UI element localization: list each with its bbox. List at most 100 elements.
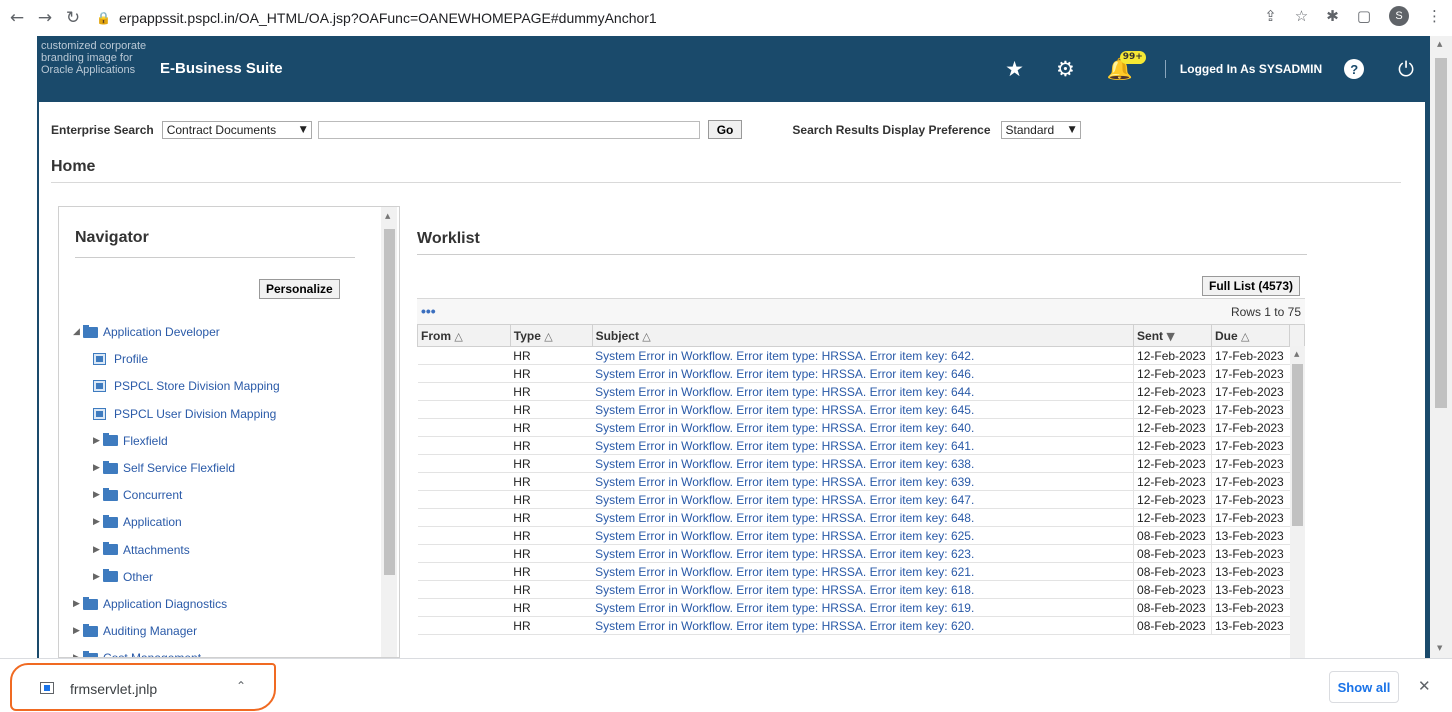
reload-icon[interactable]: ↻: [62, 7, 84, 29]
column-header-sent[interactable]: Sent ▼: [1133, 324, 1212, 347]
navigator-item[interactable]: ▶ Application Diagnostics: [73, 594, 227, 614]
column-header-due[interactable]: Due △: [1211, 324, 1290, 347]
scroll-down-icon[interactable]: ▼: [1437, 644, 1442, 652]
cell-subject[interactable]: System Error in Workflow. Error item typ…: [592, 562, 1134, 581]
cell-subject[interactable]: System Error in Workflow. Error item typ…: [592, 454, 1134, 473]
cell-type: HR: [510, 508, 593, 527]
table-row: HR System Error in Workflow. Error item t…: [417, 436, 1305, 455]
caret-right-icon[interactable]: ▶: [93, 436, 103, 446]
navigator-item[interactable]: ▶ Auditing Manager: [73, 621, 197, 641]
cell-subject[interactable]: System Error in Workflow. Error item typ…: [592, 472, 1134, 491]
bell-icon[interactable]: 🔔 99+: [1107, 50, 1146, 82]
cell-subject[interactable]: System Error in Workflow. Error item typ…: [592, 436, 1134, 455]
gear-icon[interactable]: ⚙: [1056, 57, 1075, 81]
navigator-item[interactable]: ◢ Application Developer: [73, 322, 220, 342]
cell-subject[interactable]: System Error in Workflow. Error item typ…: [592, 616, 1134, 635]
display-preference-value: Standard: [1005, 122, 1055, 137]
navigator-scroll-thumb[interactable]: [384, 229, 395, 575]
cell-from: [417, 400, 511, 419]
search-input[interactable]: [317, 120, 700, 139]
page-frame: Enterprise Search Contract Documents ▼ G…: [37, 102, 1430, 658]
address-bar[interactable]: 🔒 erpappssit.pspcl.in/OA_HTML/OA.jsp?OAF…: [96, 5, 1296, 31]
cell-subject[interactable]: System Error in Workflow. Error item typ…: [592, 526, 1134, 545]
username: SYSADMIN: [1258, 62, 1323, 76]
cell-subject[interactable]: System Error in Workflow. Error item typ…: [592, 508, 1134, 527]
page-scroll-thumb[interactable]: [1435, 58, 1447, 408]
cell-subject[interactable]: System Error in Workflow. Error item typ…: [592, 418, 1134, 437]
table-row: HR System Error in Workflow. Error item t…: [417, 544, 1305, 563]
caret-right-icon[interactable]: ▶: [93, 490, 103, 500]
worklist-table: From △ Type △ Subject △ Sent ▼ Due △ HR S…: [417, 324, 1306, 635]
forward-arrow-icon[interactable]: →: [34, 7, 56, 29]
help-icon[interactable]: ?: [1344, 59, 1365, 79]
more-actions-icon[interactable]: •••: [421, 303, 436, 319]
rows-info: Rows 1 to 75: [1230, 305, 1301, 319]
download-item[interactable]: frmservlet.jnlp ⌃: [10, 663, 276, 711]
power-icon[interactable]: ⏻: [1398, 57, 1414, 81]
bookmark-star-icon[interactable]: ☆: [1295, 7, 1308, 25]
close-icon[interactable]: ✕: [1418, 677, 1431, 695]
caret-right-icon[interactable]: ▶: [93, 463, 103, 473]
scroll-up-icon[interactable]: ▲: [1294, 350, 1299, 358]
cell-sent: 12-Feb-2023: [1133, 382, 1212, 401]
sort-asc-icon: △: [454, 329, 463, 343]
navigator-item[interactable]: ▶ Application: [93, 512, 182, 532]
cell-subject[interactable]: System Error in Workflow. Error item typ…: [592, 544, 1134, 563]
browser-menu-icon[interactable]: ⋮: [1427, 7, 1442, 25]
search-category-select[interactable]: Contract Documents ▼: [161, 120, 312, 139]
cell-subject[interactable]: System Error in Workflow. Error item typ…: [592, 580, 1134, 599]
navigator-item[interactable]: ▶ Other: [93, 567, 153, 587]
column-header-subject[interactable]: Subject △: [591, 324, 1135, 347]
cell-subject[interactable]: System Error in Workflow. Error item typ…: [592, 346, 1134, 365]
cell-sent: 12-Feb-2023: [1133, 418, 1212, 437]
back-arrow-icon[interactable]: ←: [6, 7, 28, 29]
scroll-up-icon[interactable]: ▲: [385, 212, 390, 220]
file-icon: [40, 682, 54, 694]
cell-subject[interactable]: System Error in Workflow. Error item typ…: [592, 364, 1134, 383]
caret-right-icon[interactable]: ▶: [93, 545, 103, 555]
column-header-type[interactable]: Type △: [509, 324, 593, 347]
caret-right-icon[interactable]: ▶: [93, 517, 103, 527]
cell-subject[interactable]: System Error in Workflow. Error item typ…: [592, 490, 1134, 509]
folder-icon: [83, 623, 98, 637]
navigator-item[interactable]: PSPCL User Division Mapping: [93, 404, 276, 424]
sort-asc-icon: △: [544, 329, 553, 343]
caret-right-icon[interactable]: ▶: [73, 626, 83, 636]
navigator-item-label: Application Developer: [103, 325, 220, 339]
caret-down-icon[interactable]: ◢: [73, 327, 83, 337]
caret-right-icon[interactable]: ▶: [73, 599, 83, 609]
navigator-item[interactable]: ▶ Concurrent: [93, 485, 182, 505]
share-icon[interactable]: ⇪: [1264, 7, 1277, 25]
caret-right-icon[interactable]: ▶: [93, 572, 103, 582]
cell-type: HR: [510, 436, 593, 455]
scroll-up-icon[interactable]: ▲: [1437, 40, 1442, 48]
page-scrollbar[interactable]: ▲ ▼: [1430, 36, 1452, 658]
worklist-scrollbar[interactable]: ▲: [1290, 346, 1305, 658]
navigator-item[interactable]: Profile: [93, 349, 148, 369]
cell-subject[interactable]: System Error in Workflow. Error item typ…: [592, 382, 1134, 401]
full-list-button[interactable]: Full List (4573): [1202, 276, 1301, 296]
folder-icon: [83, 596, 98, 610]
cell-subject[interactable]: System Error in Workflow. Error item typ…: [592, 400, 1134, 419]
navigator-item[interactable]: ▶Cost Management: [73, 648, 201, 657]
navigator-item[interactable]: ▶ Attachments: [93, 540, 190, 560]
navigator-item-label: Other: [123, 569, 154, 584]
star-icon[interactable]: ★: [1005, 57, 1024, 81]
go-button[interactable]: Go: [707, 120, 743, 139]
worklist-scroll-thumb[interactable]: [1292, 364, 1303, 526]
chevron-up-icon[interactable]: ⌃: [236, 679, 246, 693]
profile-avatar[interactable]: S: [1389, 6, 1409, 26]
navigator-scrollbar[interactable]: ▲: [381, 207, 397, 657]
column-header-from[interactable]: From △: [417, 324, 511, 347]
navigator-item[interactable]: ▶ Flexfield: [93, 431, 168, 451]
navigator-item[interactable]: ▶ Self Service Flexfield: [93, 458, 235, 478]
show-all-button[interactable]: Show all: [1329, 671, 1399, 703]
extensions-icon[interactable]: ✱: [1326, 7, 1339, 25]
navigator-item[interactable]: PSPCL Store Division Mapping: [93, 376, 280, 396]
cell-from: [417, 562, 511, 581]
cell-due: 17-Feb-2023: [1211, 472, 1290, 491]
personalize-button[interactable]: Personalize: [259, 279, 340, 299]
cell-subject[interactable]: System Error in Workflow. Error item typ…: [592, 598, 1134, 617]
display-preference-select[interactable]: Standard ▼: [1000, 120, 1081, 139]
side-panel-icon[interactable]: ▢: [1357, 7, 1371, 25]
